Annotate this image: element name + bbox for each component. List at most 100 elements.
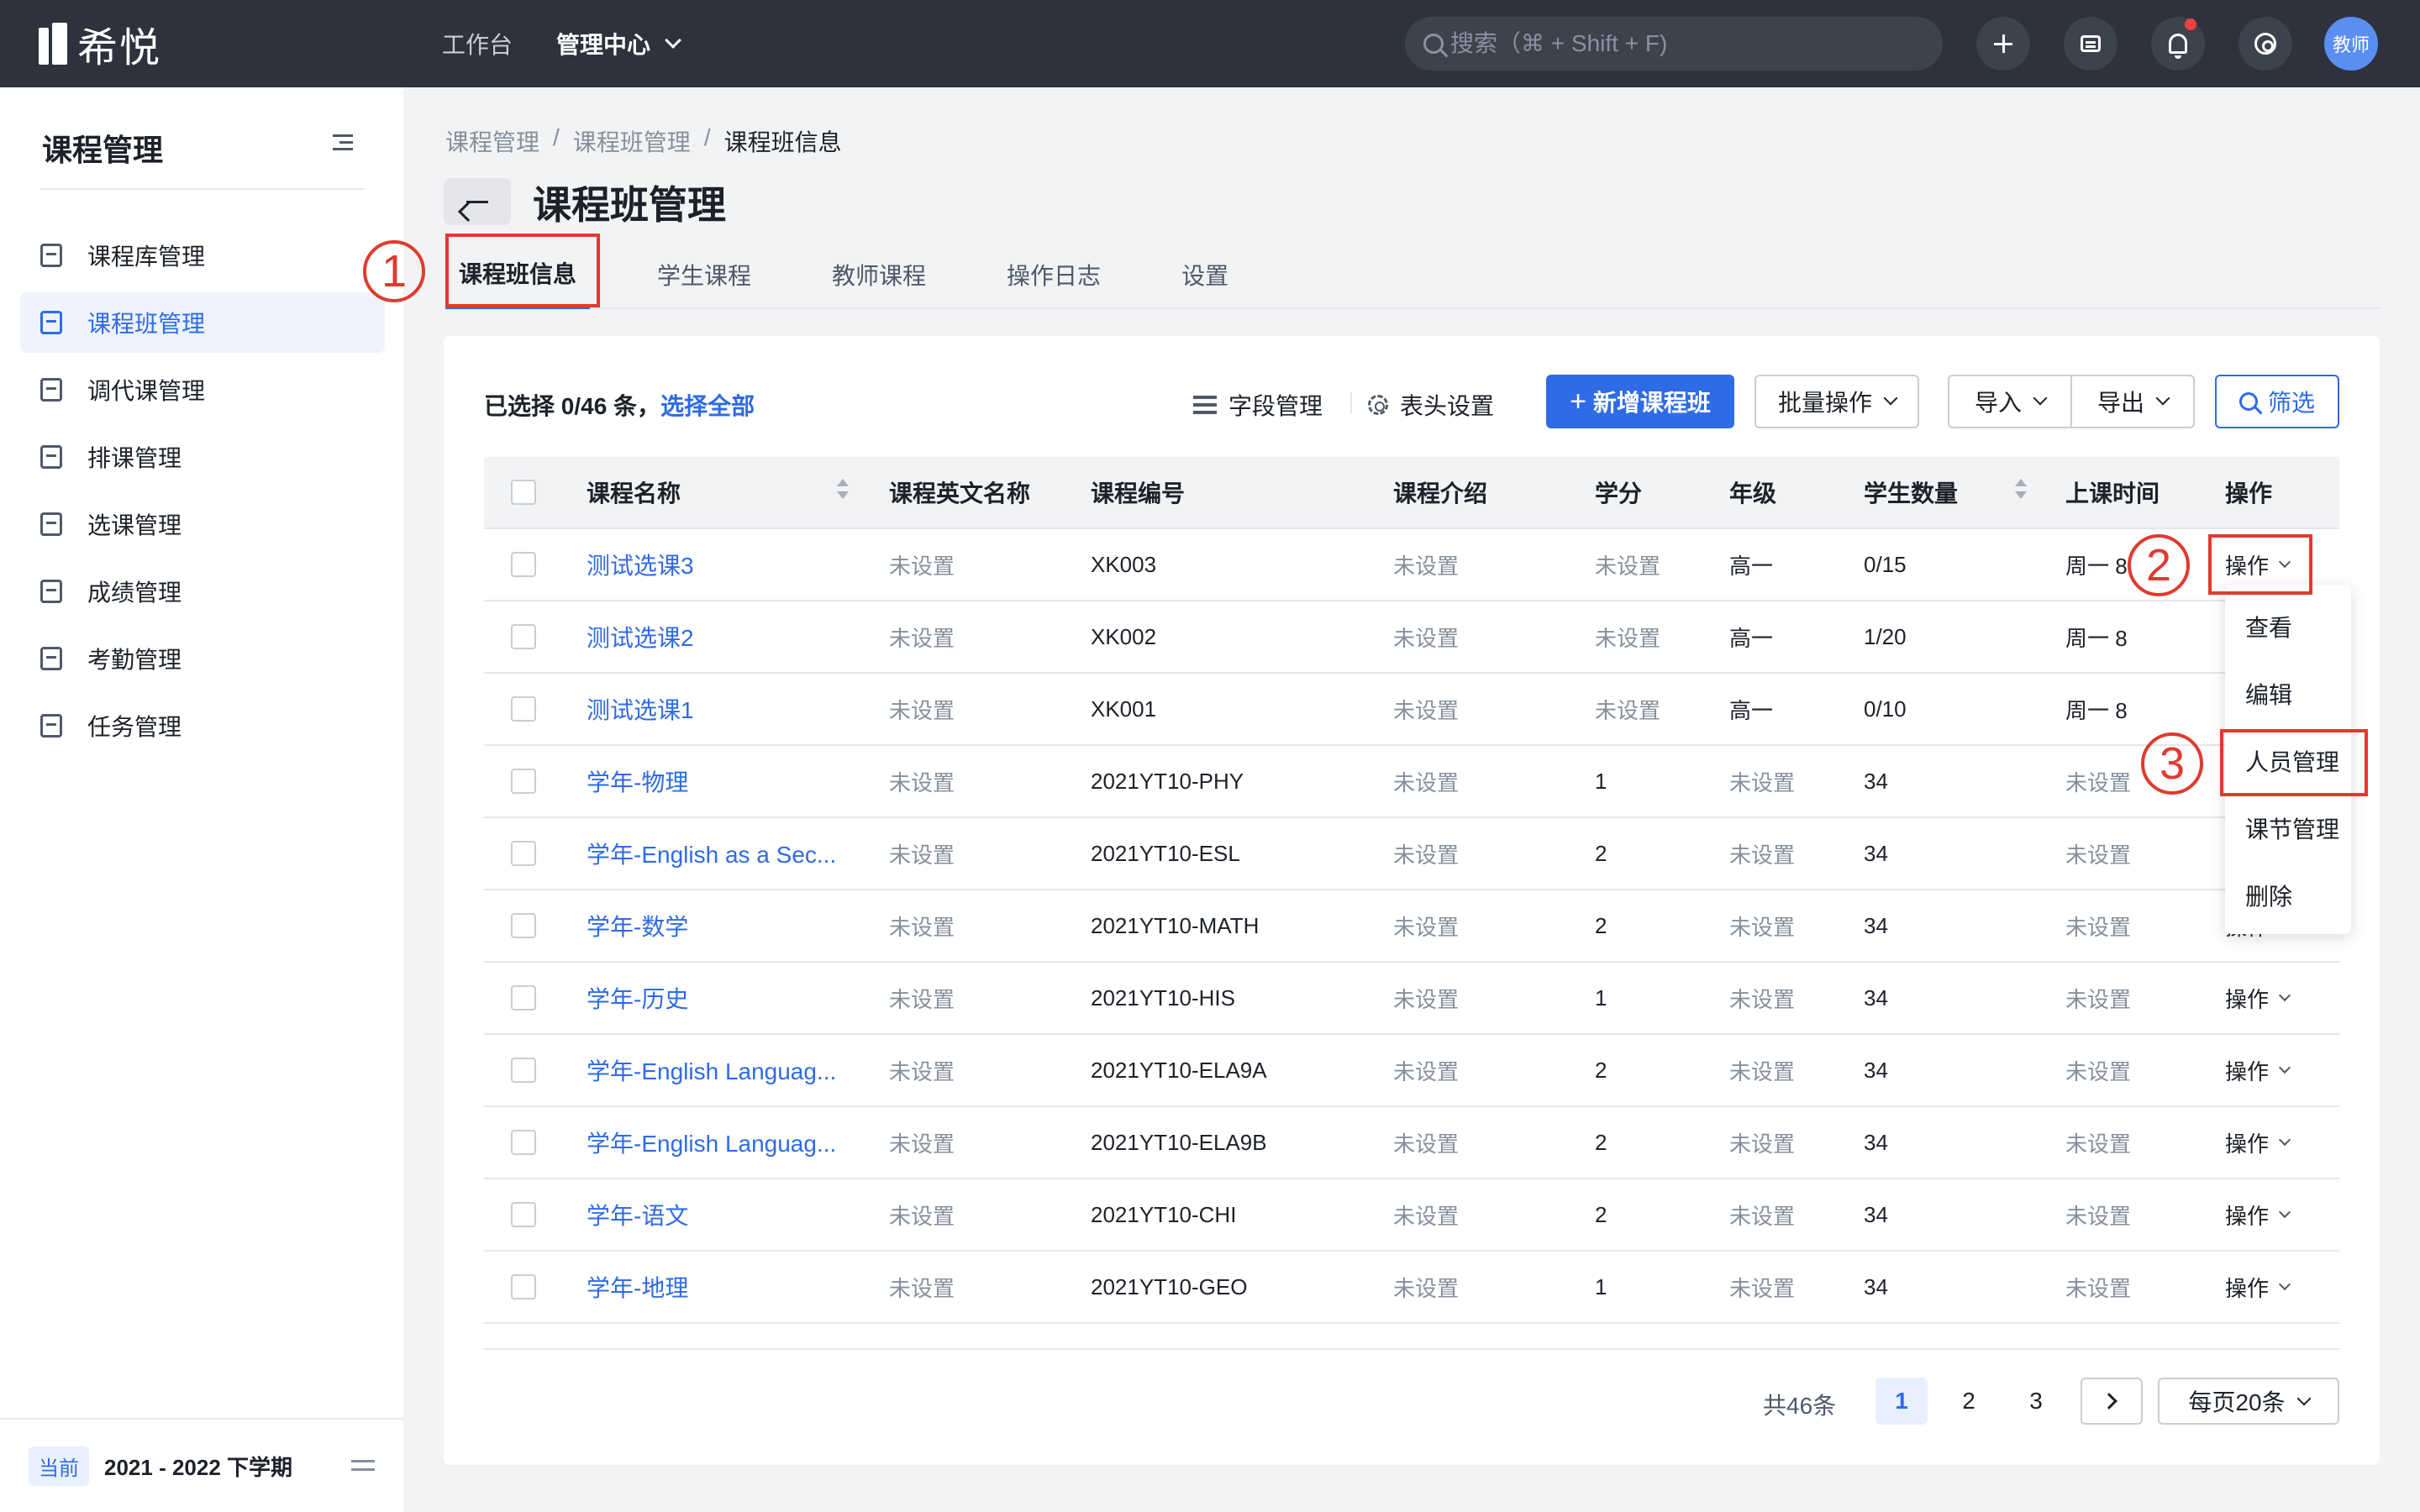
- tab-operation-log[interactable]: 操作日志: [993, 240, 1114, 309]
- cell-course-name[interactable]: 学年-数学: [587, 909, 889, 942]
- tab-student-courses[interactable]: 学生课程: [644, 240, 765, 309]
- cell-course-code: XK001: [1091, 696, 1157, 722]
- cell-credits: 未设置: [1595, 553, 1661, 579]
- row-checkbox[interactable]: [511, 913, 536, 938]
- next-page-button[interactable]: [2081, 1378, 2143, 1425]
- menu-item-delete[interactable]: 删除: [2225, 862, 2351, 929]
- cell-class-time: 周一 8: [2065, 625, 2128, 651]
- cell-student-count: 34: [1864, 1129, 1888, 1155]
- breadcrumb-course-management[interactable]: 课程管理: [445, 124, 539, 158]
- cell-course-name[interactable]: 学年-历史: [587, 981, 889, 1015]
- row-checkbox[interactable]: [511, 696, 536, 722]
- field-manage-button[interactable]: 字段管理: [1193, 388, 1323, 422]
- sidebar-item-attendance[interactable]: 考勤管理: [20, 628, 385, 689]
- filter-button[interactable]: 筛选: [2215, 375, 2339, 428]
- column-student-count[interactable]: 学生数量: [1864, 475, 2065, 509]
- row-actions-button[interactable]: 操作: [2225, 1272, 2339, 1303]
- menu-item-lesson-management[interactable]: 课节管理: [2225, 795, 2351, 862]
- tab-bar: 课程班信息 学生课程 教师课程 操作日志 设置: [445, 240, 2380, 309]
- table-header: 课程名称 课程英文名称 课程编号 课程介绍 学分 年级 学生数量 上课时间 操作: [484, 457, 2339, 529]
- topnav-admin-center-label: 管理中心: [556, 32, 651, 58]
- row-checkbox[interactable]: [511, 769, 536, 794]
- sort-icon[interactable]: [2015, 479, 2027, 499]
- back-button[interactable]: [444, 178, 511, 225]
- row-checkbox[interactable]: [511, 624, 536, 649]
- export-button[interactable]: 导出: [2070, 375, 2195, 428]
- header-settings-button[interactable]: 表头设置: [1368, 388, 1494, 422]
- topnav-workbench[interactable]: 工作台: [442, 27, 513, 60]
- cell-course-name[interactable]: 学年-English Languag...: [587, 1126, 889, 1159]
- app-logo[interactable]: 希悦: [39, 20, 161, 71]
- create-button[interactable]: [1976, 17, 2030, 71]
- global-search[interactable]: [1405, 17, 1943, 71]
- table-row: 学年-English Languag... 未设置 2021YT10-ELA9A 未设…: [484, 1035, 2339, 1107]
- menu-item-view[interactable]: 查看: [2225, 593, 2351, 660]
- row-actions-button[interactable]: 操作: [2225, 1127, 2339, 1158]
- sort-icon[interactable]: [837, 479, 849, 499]
- sidebar-item-substitution[interactable]: 调代课管理: [20, 360, 385, 420]
- row-checkbox[interactable]: [511, 1130, 536, 1155]
- cell-course-name[interactable]: 学年-语文: [587, 1198, 889, 1231]
- breadcrumb-current: 课程班信息: [723, 129, 842, 155]
- header-settings-label: 表头设置: [1400, 393, 1495, 419]
- notifications-button[interactable]: [2151, 17, 2205, 71]
- sidebar-item-class-management[interactable]: 课程班管理: [20, 292, 385, 353]
- cell-course-name[interactable]: 学年-物理: [587, 764, 889, 798]
- menu-item-edit[interactable]: 编辑: [2225, 660, 2351, 727]
- term-switcher[interactable]: 当前 2021 - 2022 下学期: [0, 1418, 403, 1512]
- sidebar-item-course-selection[interactable]: 选课管理: [20, 494, 385, 554]
- row-actions-button[interactable]: 操作: [2225, 983, 2339, 1014]
- table-row: 学年-地理 未设置 2021YT10-GEO 未设置 1 未设置 34 未设置 操作: [484, 1252, 2339, 1324]
- page-1-button[interactable]: 1: [1876, 1378, 1928, 1425]
- cell-course-name[interactable]: 测试选课2: [587, 620, 889, 654]
- cell-course-name[interactable]: 学年-English Languag...: [587, 1053, 889, 1087]
- row-actions-button[interactable]: 操作: [2225, 1055, 2339, 1086]
- add-class-button[interactable]: + 新增课程班: [1546, 375, 1734, 428]
- select-all-link[interactable]: 选择全部: [660, 393, 755, 419]
- chevron-down-icon: [2155, 391, 2170, 406]
- logo-icon: [39, 23, 67, 65]
- chevron-down-icon: [2278, 1133, 2291, 1147]
- row-checkbox[interactable]: [511, 552, 536, 577]
- import-button[interactable]: 导入: [1948, 375, 2072, 428]
- row-checkbox[interactable]: [511, 1274, 536, 1299]
- row-checkbox[interactable]: [511, 841, 536, 866]
- table-row: 学年-English as a Sec... 未设置 2021YT10-ESL 未设置…: [484, 818, 2339, 890]
- topnav-admin-center[interactable]: 管理中心: [556, 27, 681, 60]
- sidebar-item-course-library[interactable]: 课程库管理: [20, 225, 385, 286]
- import-label: 导入: [1974, 390, 2022, 416]
- page-3-button[interactable]: 3: [2010, 1378, 2062, 1425]
- top-nav: 工作台 管理中心: [442, 0, 723, 87]
- page-2-button[interactable]: 2: [1943, 1378, 1995, 1425]
- sidebar-item-tasks[interactable]: 任务管理: [20, 696, 385, 756]
- cell-student-count: 0/10: [1864, 696, 1907, 722]
- swap-icon[interactable]: [351, 1457, 375, 1475]
- tab-settings[interactable]: 设置: [1168, 240, 1242, 309]
- cell-course-name[interactable]: 测试选课1: [587, 692, 889, 726]
- cell-student-count: 34: [1864, 768, 1888, 794]
- row-actions-button[interactable]: 操作: [2225, 1200, 2339, 1231]
- select-all-checkbox[interactable]: [511, 480, 536, 505]
- cell-course-intro: 未设置: [1393, 1203, 1460, 1229]
- row-checkbox[interactable]: [511, 985, 536, 1011]
- messages-button[interactable]: [2064, 17, 2118, 71]
- sidebar-item-label: 课程库管理: [87, 244, 206, 270]
- row-checkbox[interactable]: [511, 1058, 536, 1083]
- search-input[interactable]: [1450, 30, 1921, 57]
- column-course-name[interactable]: 课程名称: [587, 475, 889, 509]
- app-switch-button[interactable]: [2238, 17, 2292, 71]
- avatar[interactable]: 教师: [2324, 17, 2378, 71]
- collapse-menu-icon[interactable]: [333, 134, 353, 151]
- cell-course-name[interactable]: 测试选课3: [587, 548, 889, 581]
- page-size-select[interactable]: 每页20条: [2158, 1378, 2339, 1425]
- breadcrumb-class-management[interactable]: 课程班管理: [573, 124, 691, 158]
- cell-course-name[interactable]: 学年-English as a Sec...: [587, 837, 889, 870]
- header-checkbox-cell: [484, 480, 587, 505]
- cell-course-name[interactable]: 学年-地理: [587, 1270, 889, 1304]
- annotation-marker-3: 3: [2141, 732, 2203, 795]
- sidebar-item-scheduling[interactable]: 排课管理: [20, 427, 385, 487]
- batch-actions-button[interactable]: 批量操作: [1754, 375, 1919, 428]
- sidebar-item-grades[interactable]: 成绩管理: [20, 561, 385, 622]
- tab-teacher-courses[interactable]: 教师课程: [818, 240, 939, 309]
- row-checkbox[interactable]: [511, 1202, 536, 1227]
